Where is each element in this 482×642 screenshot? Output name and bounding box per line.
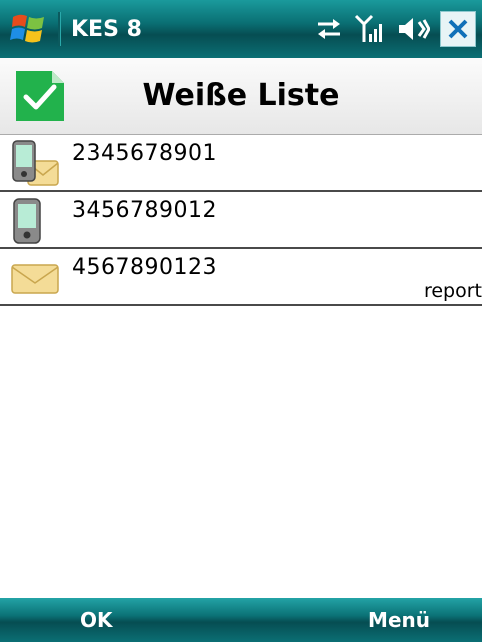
list-item[interactable]: 4567890123 report	[0, 249, 482, 306]
windows-start-icon	[10, 14, 44, 43]
phone-number: 2345678901	[72, 141, 217, 166]
phone-number: 3456789012	[72, 198, 217, 223]
row-icon-wrap	[10, 196, 62, 250]
list-item[interactable]: 2345678901	[0, 135, 482, 192]
mail-icon	[11, 264, 59, 294]
row-icon-wrap	[10, 139, 62, 193]
close-button[interactable]	[440, 11, 476, 47]
speaker-icon[interactable]	[396, 16, 430, 42]
softkey-bar: OK Menü	[0, 598, 482, 642]
start-button[interactable]	[0, 0, 58, 58]
whitelist: 2345678901 3456789012 4567890123 report	[0, 135, 482, 306]
row-tag: report	[423, 280, 482, 302]
page-header: Weiße Liste	[0, 58, 482, 136]
phone-icon	[13, 198, 41, 244]
signal-icon[interactable]	[354, 14, 386, 44]
list-item[interactable]: 3456789012	[0, 192, 482, 249]
app-title: KES 8	[71, 16, 142, 42]
status-bar: KES 8	[0, 0, 482, 58]
close-icon	[448, 19, 468, 39]
statusbar-separator	[58, 12, 61, 46]
ok-softkey[interactable]: OK	[80, 608, 113, 632]
status-icons	[314, 11, 476, 47]
phone-and-mail-icon	[12, 140, 59, 186]
phone-number: 4567890123	[72, 255, 217, 280]
sync-icon[interactable]	[314, 16, 344, 42]
row-icon-wrap	[10, 253, 62, 307]
page-title: Weiße Liste	[142, 78, 340, 113]
menu-softkey[interactable]: Menü	[368, 608, 430, 632]
